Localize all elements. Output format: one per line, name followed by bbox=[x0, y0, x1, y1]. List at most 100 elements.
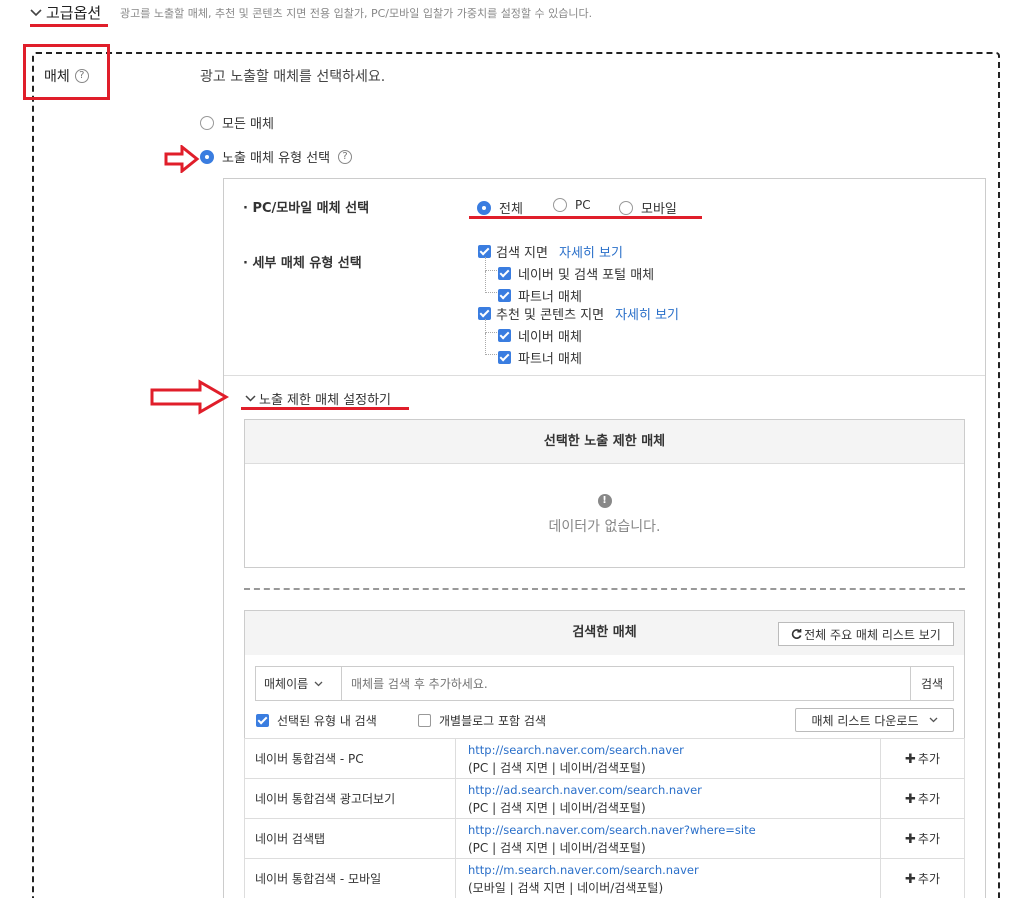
media-meta: (PC | 검색 지면 | 네이버/검색포털) bbox=[468, 840, 646, 855]
media-meta: (PC | 검색 지면 | 네이버/검색포털) bbox=[468, 800, 646, 815]
filter-include-blog[interactable]: 개별블로그 포함 검색 bbox=[418, 712, 546, 729]
full-media-list-button[interactable]: 전체 주요 매체 리스트 보기 bbox=[778, 622, 954, 646]
checkbox-label: 개별블로그 포함 검색 bbox=[439, 714, 546, 728]
media-url[interactable]: http://search.naver.com/search.naver?whe… bbox=[468, 821, 880, 839]
searched-media-title: 검색한 매체 bbox=[572, 625, 637, 640]
empty-message: 데이터가 없습니다. bbox=[548, 519, 661, 535]
tree-connector bbox=[485, 271, 497, 293]
media-info: http://search.naver.com/search.naver?whe… bbox=[455, 818, 881, 859]
advanced-options-toggle[interactable]: 고급옵션 bbox=[30, 2, 101, 23]
download-label: 매체 리스트 다운로드 bbox=[811, 713, 919, 728]
add-label: 추가 bbox=[917, 792, 940, 806]
section-separator bbox=[244, 588, 965, 590]
media-url[interactable]: http://ad.search.naver.com/search.naver bbox=[468, 781, 880, 799]
radio-button[interactable] bbox=[477, 200, 491, 215]
advanced-options-description: 광고를 노출할 매체, 추천 및 콘텐츠 지면 전용 입찰가, PC/모바일 입… bbox=[120, 7, 593, 20]
checkbox-label: 네이버 매체 bbox=[518, 330, 582, 345]
checkbox-content-partner[interactable]: 파트너 매체 bbox=[498, 348, 582, 367]
table-row: 네이버 통합검색 - PC http://search.naver.com/se… bbox=[244, 738, 965, 779]
radio-label: 모바일 bbox=[641, 202, 677, 217]
refresh-icon bbox=[791, 628, 802, 639]
radio-button[interactable] bbox=[200, 115, 214, 130]
media-list-download-select[interactable]: 매체 리스트 다운로드 bbox=[795, 708, 954, 732]
media-search-input[interactable] bbox=[343, 667, 909, 700]
search-button[interactable]: 검색 bbox=[910, 667, 953, 700]
empty-state: ! 데이터가 없습니다. bbox=[245, 492, 964, 536]
add-button[interactable]: ✚ 추가 bbox=[880, 778, 965, 819]
checkbox-search-partner[interactable]: 파트너 매체 bbox=[498, 286, 582, 305]
restrict-media-toggle[interactable]: 노출 제한 매체 설정하기 bbox=[245, 389, 391, 408]
media-url[interactable]: http://m.search.naver.com/search.naver bbox=[468, 861, 880, 879]
exclamation-icon: ! bbox=[597, 494, 612, 508]
radio-button[interactable] bbox=[200, 149, 214, 164]
media-info: http://m.search.naver.com/search.naver (… bbox=[455, 858, 881, 898]
radio-label: 전체 bbox=[499, 202, 523, 217]
checkbox-naver-portal[interactable]: 네이버 및 검색 포털 매체 bbox=[498, 264, 654, 283]
selected-restricted-media-title: 선택한 노출 제한 매체 bbox=[543, 434, 666, 449]
checkbox[interactable] bbox=[498, 329, 511, 342]
add-label: 추가 bbox=[917, 752, 940, 766]
restrict-toggle-label: 노출 제한 매체 설정하기 bbox=[259, 393, 391, 408]
search-button-label: 검색 bbox=[920, 677, 944, 691]
chevron-down-icon bbox=[929, 717, 937, 723]
checkbox-search-area[interactable]: 검색 지면 자세히 보기 bbox=[478, 242, 623, 261]
media-url[interactable]: http://search.naver.com/search.naver bbox=[468, 741, 880, 759]
device-radio-all[interactable]: 전체 bbox=[477, 198, 523, 217]
table-row: 네이버 통합검색 - 모바일 http://m.search.naver.com… bbox=[244, 858, 965, 898]
full-media-list-label: 전체 주요 매체 리스트 보기 bbox=[804, 627, 941, 642]
checkbox[interactable] bbox=[418, 714, 431, 727]
media-results-table: 네이버 통합검색 - PC http://search.naver.com/se… bbox=[244, 738, 965, 898]
annotation-underline bbox=[30, 24, 108, 27]
annotation-underline bbox=[469, 216, 702, 219]
checkbox-content-area[interactable]: 추천 및 콘텐츠 지면 자세히 보기 bbox=[478, 304, 679, 323]
device-radio-pc[interactable]: PC bbox=[553, 198, 591, 212]
add-button[interactable]: ✚ 추가 bbox=[880, 858, 965, 898]
tree-connector bbox=[485, 333, 497, 355]
checkbox[interactable] bbox=[256, 714, 269, 727]
detail-link[interactable]: 자세히 보기 bbox=[559, 242, 623, 261]
checkbox-label: 선택된 유형 내 검색 bbox=[277, 714, 377, 728]
media-name: 네이버 통합검색 - 모바일 bbox=[244, 858, 456, 898]
radio-label: PC bbox=[575, 198, 591, 212]
media-info: http://search.naver.com/search.naver (PC… bbox=[455, 738, 881, 779]
checkbox-label: 검색 지면 bbox=[496, 246, 548, 261]
media-meta: (PC | 검색 지면 | 네이버/검색포털) bbox=[468, 760, 646, 775]
filter-selected-type[interactable]: 선택된 유형 내 검색 bbox=[256, 712, 377, 729]
help-icon[interactable]: ? bbox=[74, 69, 89, 83]
detail-link[interactable]: 자세히 보기 bbox=[615, 304, 679, 323]
add-label: 추가 bbox=[917, 832, 940, 846]
table-row: 네이버 검색탭 http://search.naver.com/search.n… bbox=[244, 818, 965, 859]
annotation-underline bbox=[241, 407, 409, 410]
checkbox-label: 파트너 매체 bbox=[518, 352, 582, 367]
device-radio-mobile[interactable]: 모바일 bbox=[619, 198, 677, 217]
checkbox[interactable] bbox=[498, 289, 511, 302]
chevron-down-icon bbox=[245, 395, 256, 402]
checkbox[interactable] bbox=[498, 267, 511, 280]
add-button[interactable]: ✚ 추가 bbox=[880, 818, 965, 859]
help-icon[interactable]: ? bbox=[338, 149, 353, 164]
plus-icon: ✚ bbox=[905, 872, 916, 887]
radio-button[interactable] bbox=[553, 198, 567, 212]
tree-connector bbox=[485, 319, 497, 333]
media-instruction: 광고 노출할 매체를 선택하세요. bbox=[200, 69, 386, 85]
search-type-select[interactable]: 매체이름 bbox=[256, 667, 342, 700]
checkbox-label: 네이버 및 검색 포털 매체 bbox=[518, 268, 655, 283]
radio-label: 노출 매체 유형 선택 bbox=[222, 151, 331, 166]
panel-divider bbox=[224, 375, 985, 376]
radio-select-media-type[interactable]: 노출 매체 유형 선택 ? bbox=[200, 147, 353, 166]
add-button[interactable]: ✚ 추가 bbox=[880, 738, 965, 779]
media-name: 네이버 검색탭 bbox=[244, 818, 456, 859]
media-name: 네이버 통합검색 - PC bbox=[244, 738, 456, 779]
checkbox-naver-media[interactable]: 네이버 매체 bbox=[498, 326, 582, 345]
tree-connector bbox=[485, 257, 497, 271]
plus-icon: ✚ bbox=[905, 832, 916, 847]
annotation-arrow-icon bbox=[150, 379, 230, 415]
plus-icon: ✚ bbox=[905, 752, 916, 767]
radio-button[interactable] bbox=[619, 200, 633, 215]
media-meta: (모바일 | 검색 지면 | 네이버/검색포털) bbox=[468, 880, 664, 895]
selected-restricted-media-header: 선택한 노출 제한 매체 bbox=[245, 420, 964, 464]
radio-all-media[interactable]: 모든 매체 bbox=[200, 113, 274, 132]
annotation-arrow-icon bbox=[164, 145, 200, 173]
checkbox[interactable] bbox=[498, 351, 511, 364]
advanced-options-title: 고급옵션 bbox=[46, 4, 102, 22]
